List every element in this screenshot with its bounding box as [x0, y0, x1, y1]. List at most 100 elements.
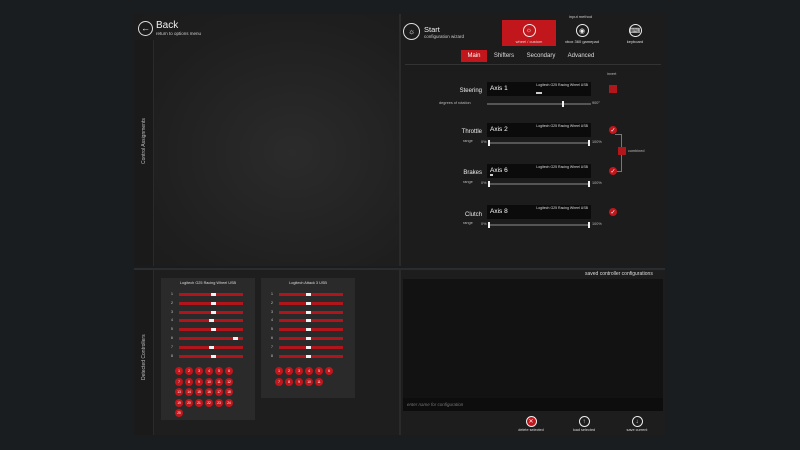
controller-button-indicator: 21 [195, 398, 203, 407]
clutch-range-min-handle[interactable] [488, 222, 490, 228]
axis-row-number: 5 [271, 327, 273, 332]
controller-button-indicator: 10 [205, 377, 213, 386]
controller-button-indicator: 10 [305, 377, 313, 386]
throttle-axis-box[interactable]: Axis 2 Logitech G25 Racing Wheel USB [487, 123, 591, 137]
load-selected-button[interactable]: ↑ load selected [564, 416, 604, 432]
tab-main[interactable]: Main [461, 50, 487, 62]
controller-button-indicator: 8 [285, 377, 293, 386]
brakes-axis-box[interactable]: Axis 6 Logitech G25 Racing Wheel USB [487, 164, 591, 178]
controller-button-indicator: 4 [205, 367, 213, 375]
input-method-wheel[interactable]: ☼ wheel / custom [502, 20, 556, 46]
clutch-axis-box[interactable]: Axis 8 Logitech G25 Racing Wheel USB [487, 205, 591, 219]
brakes-range-min-handle[interactable] [488, 181, 490, 187]
start-wizard-button[interactable]: ☼ Start configuration wizard [403, 23, 464, 40]
steering-wheel-icon: ☼ [403, 23, 420, 40]
save-icon: ↓ [631, 416, 643, 427]
steering-axis-box[interactable]: Axis 1 Logitech G25 Racing Wheel USB [487, 82, 591, 96]
configurations-list[interactable] [403, 279, 663, 398]
axis-row-bar [279, 345, 343, 349]
axis-row-knob [305, 310, 311, 314]
axis-row-knob [211, 310, 217, 314]
control-assignments-panel [134, 14, 399, 266]
steering-device: Logitech G25 Racing Wheel USB [536, 83, 588, 87]
axis-row-number: 3 [271, 309, 273, 314]
brakes-range-max-handle[interactable] [588, 181, 590, 187]
axis-row-number: 7 [171, 344, 173, 349]
control-assignments-label: Control Assignments [141, 118, 147, 164]
brakes-range-max: 100% [592, 181, 602, 185]
controller-card[interactable]: Logitech Attack 3 USB 123456781234567891… [261, 278, 355, 398]
rotation-slider-handle[interactable] [562, 101, 564, 107]
axis-row-knob [233, 337, 239, 340]
start-subtitle: configuration wizard [424, 33, 465, 39]
combined-toggle[interactable] [618, 147, 626, 155]
axis-row-number: 5 [171, 327, 173, 332]
tab-secondary[interactable]: Secondary [522, 50, 560, 62]
controller-button-indicator: 9 [295, 377, 303, 386]
clutch-range-track[interactable] [489, 224, 589, 226]
configuration-name-input[interactable] [403, 398, 663, 411]
delete-selected-button[interactable]: ✕ delete selected [511, 416, 551, 432]
throttle-range-track[interactable] [489, 142, 589, 144]
throttle-range-min-handle[interactable] [488, 140, 490, 146]
controller-card[interactable]: Logitech G25 Racing Wheel USB 1234567812… [161, 278, 255, 420]
back-button[interactable]: ← Back return to options menu [138, 20, 201, 36]
clutch-range-max-handle[interactable] [588, 222, 590, 228]
brakes-level [490, 174, 493, 176]
delete-selected-label: delete selected [518, 428, 544, 432]
axis-row-number: 8 [271, 353, 273, 358]
rotation-slider-track[interactable] [487, 103, 591, 105]
controller-button-indicator: 20 [185, 398, 193, 407]
steering-level [536, 92, 542, 94]
gamepad-icon: ◉ [575, 24, 589, 37]
invert-label: invert [607, 72, 617, 76]
brakes-range-track[interactable] [489, 183, 589, 185]
input-method-keyboard[interactable]: ⌨ keyboard [608, 20, 662, 46]
rotation-value: 900° [592, 101, 600, 105]
save-current-button[interactable]: ↓ save current [617, 416, 657, 432]
axis-row-knob [305, 337, 311, 340]
throttle-label: Throttle [461, 129, 482, 135]
controller-button-indicator: 24 [225, 398, 233, 407]
clutch-device: Logitech G25 Racing Wheel USB [536, 206, 588, 210]
controller-button-indicator: 7 [275, 377, 283, 386]
input-method-wheel-label: wheel / custom [515, 39, 543, 44]
brakes-range-label: range [463, 180, 473, 184]
configurations-title: saved controller configurations [585, 271, 653, 277]
axis-row-number: 2 [271, 300, 273, 305]
axis-row-knob [305, 328, 311, 332]
controller-button-indicator: 16 [205, 388, 213, 396]
throttle-invert-checkbox[interactable]: ✓ [609, 126, 617, 134]
controller-button-indicator: 12 [225, 377, 233, 386]
axis-row-number: 1 [271, 292, 273, 296]
controller-button-indicator: 1 [275, 367, 283, 375]
controller-button-indicator: 5 [315, 367, 323, 375]
controller-button-indicator: 18 [225, 388, 233, 396]
controller-button-indicator: 6 [325, 367, 333, 375]
axis-row-number: 7 [271, 344, 273, 349]
back-title: Back [156, 20, 179, 31]
tabs-divider [405, 64, 661, 65]
controller-button-indicator: 22 [205, 398, 213, 407]
axis-row-knob [211, 293, 217, 296]
tab-advanced[interactable]: Advanced [563, 50, 599, 62]
controller-button-indicator: 23 [215, 398, 223, 407]
save-current-label: save current [626, 428, 648, 432]
axis-row-number: 3 [171, 309, 173, 314]
throttle-range-max-handle[interactable] [588, 140, 590, 146]
clutch-invert-checkbox[interactable]: ✓ [609, 208, 617, 216]
axis-row-knob [208, 319, 214, 323]
axis-row-knob [305, 354, 311, 358]
brakes-invert-checkbox[interactable]: ✓ [609, 167, 617, 175]
axis-row-bar [279, 310, 343, 314]
axis-row-knob [305, 301, 311, 305]
keyboard-icon: ⌨ [628, 24, 642, 37]
axis-row-bar [279, 328, 343, 332]
input-method-gamepad-label: xbox 360 gamepad [564, 39, 600, 44]
tab-shifters[interactable]: Shifters [489, 50, 519, 62]
steering-invert-toggle[interactable] [609, 85, 617, 93]
input-method-gamepad[interactable]: ◉ xbox 360 gamepad [556, 20, 608, 46]
start-title: Start [424, 24, 440, 34]
controller-button-indicator: 2 [185, 367, 193, 375]
axis-row-knob [305, 319, 311, 323]
